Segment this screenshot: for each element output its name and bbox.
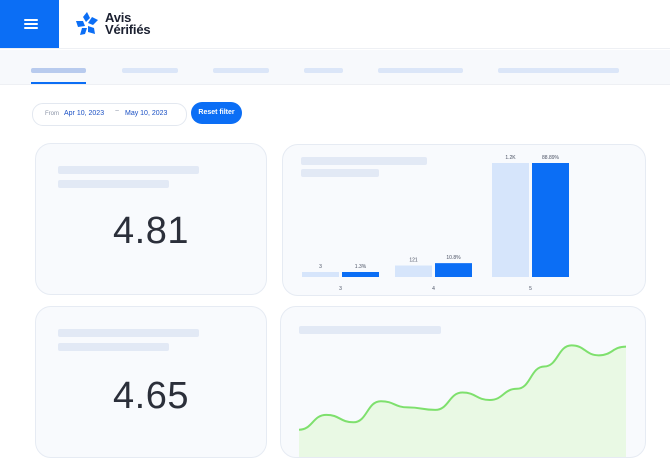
card-title-placeholder (58, 329, 199, 337)
bar-value-label: 121 (409, 258, 418, 264)
card-subtitle-placeholder (58, 180, 169, 188)
x-tick-label: 3 (339, 286, 342, 292)
logo-star-icon (76, 12, 98, 35)
active-tab-indicator (31, 82, 86, 84)
tab-placeholder-3[interactable] (213, 68, 269, 73)
menu-button[interactable] (0, 0, 59, 48)
date-separator: ~ (115, 108, 120, 115)
tab-placeholder-1[interactable] (31, 68, 86, 73)
trend-chart-card (280, 306, 646, 458)
bar-chart: 3 121 1.2K 1.3% 10.8% 88.89% 3 4 5 (302, 155, 569, 292)
bar[interactable] (342, 272, 379, 277)
bar[interactable] (532, 163, 569, 277)
brand-logo[interactable]: Avis Vérifiés (74, 10, 184, 40)
bar[interactable] (435, 263, 472, 277)
from-label: From (45, 111, 59, 117)
bar-value-label: 88.89% (542, 155, 560, 161)
reset-filter-button[interactable]: Reset filter (191, 102, 242, 124)
average-rating: 4.65 (113, 375, 189, 417)
tab-placeholder-6[interactable] (498, 68, 619, 73)
from-date[interactable]: Apr 10, 2023 (64, 110, 104, 117)
bar-value-label: 3 (319, 264, 322, 270)
tab-placeholder-5[interactable] (378, 68, 463, 73)
brand-name: Avis Vérifiés (105, 11, 151, 37)
bar[interactable] (395, 265, 432, 277)
area-chart (298, 344, 627, 457)
card-subtitle-placeholder (58, 343, 169, 351)
bar[interactable] (492, 163, 529, 277)
distribution-chart-card: 3 121 1.2K 1.3% 10.8% 88.89% 3 4 5 (282, 144, 646, 296)
rating-card-2: 4.65 (35, 306, 267, 458)
tab-bar (0, 50, 670, 85)
bar-value-label: 1.3% (355, 264, 367, 270)
top-header: Avis Vérifiés (0, 0, 670, 49)
bar[interactable] (302, 272, 339, 277)
to-date[interactable]: May 10, 2023 (125, 110, 167, 117)
brand-name-line2: Vérifiés (105, 22, 151, 37)
card-title-placeholder (58, 166, 199, 174)
average-rating: 4.81 (113, 210, 189, 252)
x-tick-label: 4 (432, 286, 435, 292)
bar-value-label: 1.2K (505, 155, 516, 161)
date-range-picker[interactable]: From Apr 10, 2023 ~ May 10, 2023 (32, 103, 187, 126)
x-tick-label: 5 (529, 286, 532, 292)
rating-card-1: 4.81 (35, 143, 267, 295)
tab-placeholder-4[interactable] (304, 68, 343, 73)
tab-placeholder-2[interactable] (122, 68, 178, 73)
bar-value-label: 10.8% (446, 255, 461, 261)
area-fill (299, 345, 626, 457)
